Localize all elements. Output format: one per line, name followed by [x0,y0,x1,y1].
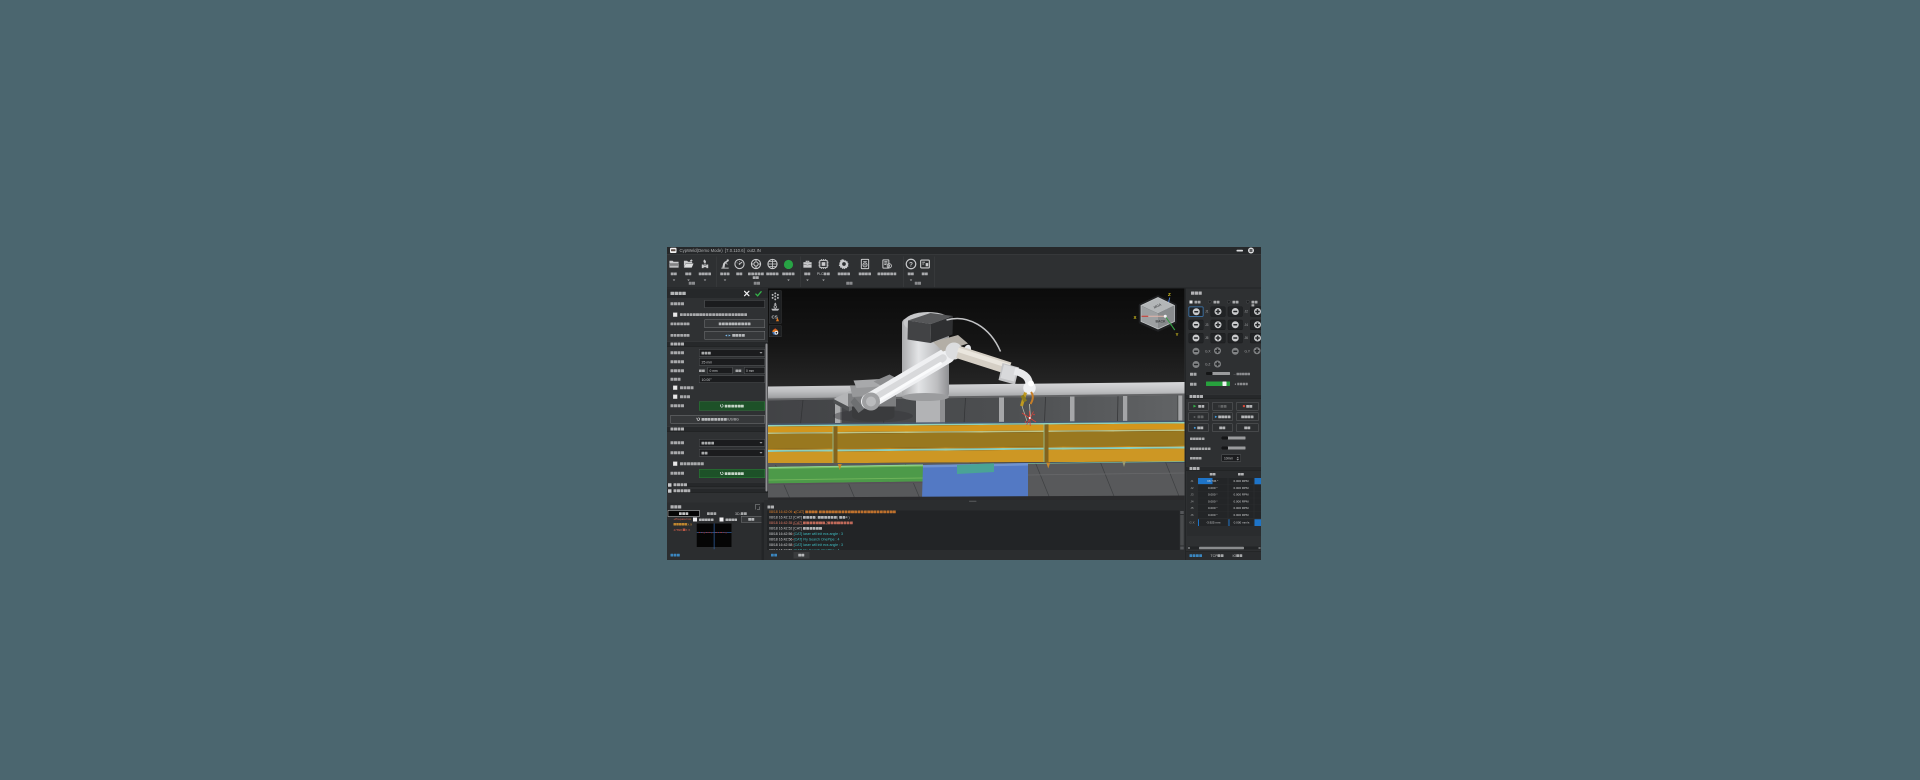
svg-text:CS: CS [772,315,778,320]
svg-text:Z: Z [1168,292,1171,297]
svg-text:BACK: BACK [1155,320,1166,324]
svg-text:Y: Y [1176,332,1179,337]
svg-text:?: ? [909,261,913,268]
svg-text:X: X [1134,315,1137,320]
